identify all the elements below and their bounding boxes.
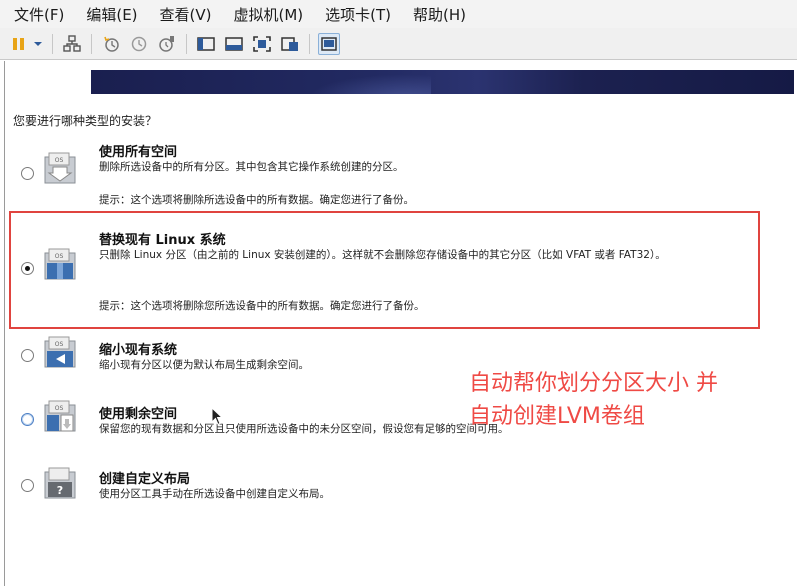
banner-decoration — [291, 70, 431, 94]
os-disk-icon: OS — [44, 336, 76, 368]
annotation-line-1: 自动帮你划分分区大小 并 — [469, 371, 718, 396]
install-type-question: 您要进行哪种类型的安装？ — [13, 114, 158, 128]
pause-icon[interactable] — [8, 33, 30, 55]
thumbnail-view-icon[interactable] — [318, 32, 340, 55]
custom-disk-icon: ? — [44, 467, 76, 499]
radio-shrink-system[interactable] — [21, 349, 34, 362]
os-disk-icon: OS — [44, 152, 76, 184]
annotation-text: 自动帮你划分分区大小 并 自动创建LVM卷组 — [469, 367, 797, 433]
dropdown-arrow-icon[interactable] — [32, 33, 44, 55]
os-disk-icon: OS — [44, 400, 76, 432]
option-title: 使用所有空间 — [99, 145, 178, 160]
revert-snapshot-icon[interactable] — [128, 33, 150, 55]
menu-view[interactable]: 查看(V) — [160, 4, 212, 25]
menu-bar: 文件(F) 编辑(E) 查看(V) 虚拟机(M) 选项卡(T) 帮助(H) — [0, 0, 797, 28]
mouse-cursor-icon — [211, 407, 224, 426]
svg-text:OS: OS — [55, 341, 64, 348]
vm-screen[interactable]: 您要进行哪种类型的安装？ OS 使用所有空间 删除所选设备中的所有分区。其中包含… — [4, 61, 797, 586]
option-tip: 提示：这个选项将删除所选设备中的所有数据。确定您进行了备份。 — [99, 194, 414, 206]
annotation-line-2: 自动创建LVM卷组 — [469, 404, 645, 429]
snapshot-manager-icon[interactable] — [156, 33, 178, 55]
installer-banner — [91, 70, 794, 94]
console-view-icon[interactable] — [223, 33, 245, 55]
radio-custom-layout[interactable] — [21, 479, 34, 492]
sidebar-view-icon[interactable] — [195, 33, 217, 55]
menu-help[interactable]: 帮助(H) — [413, 4, 466, 25]
option-description: 删除所选设备中的所有分区。其中包含其它操作系统创建的分区。 — [99, 161, 404, 173]
menu-tabs[interactable]: 选项卡(T) — [325, 4, 391, 25]
radio-use-free-space[interactable] — [21, 413, 34, 426]
option-description: 使用分区工具手动在所选设备中创建自定义布局。 — [99, 488, 330, 500]
option-title: 缩小现有系统 — [99, 343, 178, 358]
toolbar-separator — [309, 33, 310, 54]
toolbar-separator — [52, 33, 53, 54]
toolbar — [0, 28, 797, 60]
radio-use-all-space[interactable] — [21, 167, 34, 180]
option-title: 使用剩余空间 — [99, 407, 178, 422]
option-title: 创建自定义布局 — [99, 472, 191, 487]
svg-text:?: ? — [57, 484, 63, 497]
unity-icon[interactable] — [279, 33, 301, 55]
menu-file[interactable]: 文件(F) — [14, 4, 64, 25]
toolbar-separator — [91, 33, 92, 54]
annotation-highlight-box — [9, 211, 760, 329]
svg-text:OS: OS — [55, 157, 64, 164]
fullscreen-icon[interactable] — [251, 33, 273, 55]
network-icon[interactable] — [61, 33, 83, 55]
toolbar-separator — [186, 33, 187, 54]
snapshot-icon[interactable] — [100, 33, 122, 55]
menu-edit[interactable]: 编辑(E) — [86, 4, 137, 25]
menu-vm[interactable]: 虚拟机(M) — [234, 4, 304, 25]
svg-text:OS: OS — [55, 405, 64, 412]
